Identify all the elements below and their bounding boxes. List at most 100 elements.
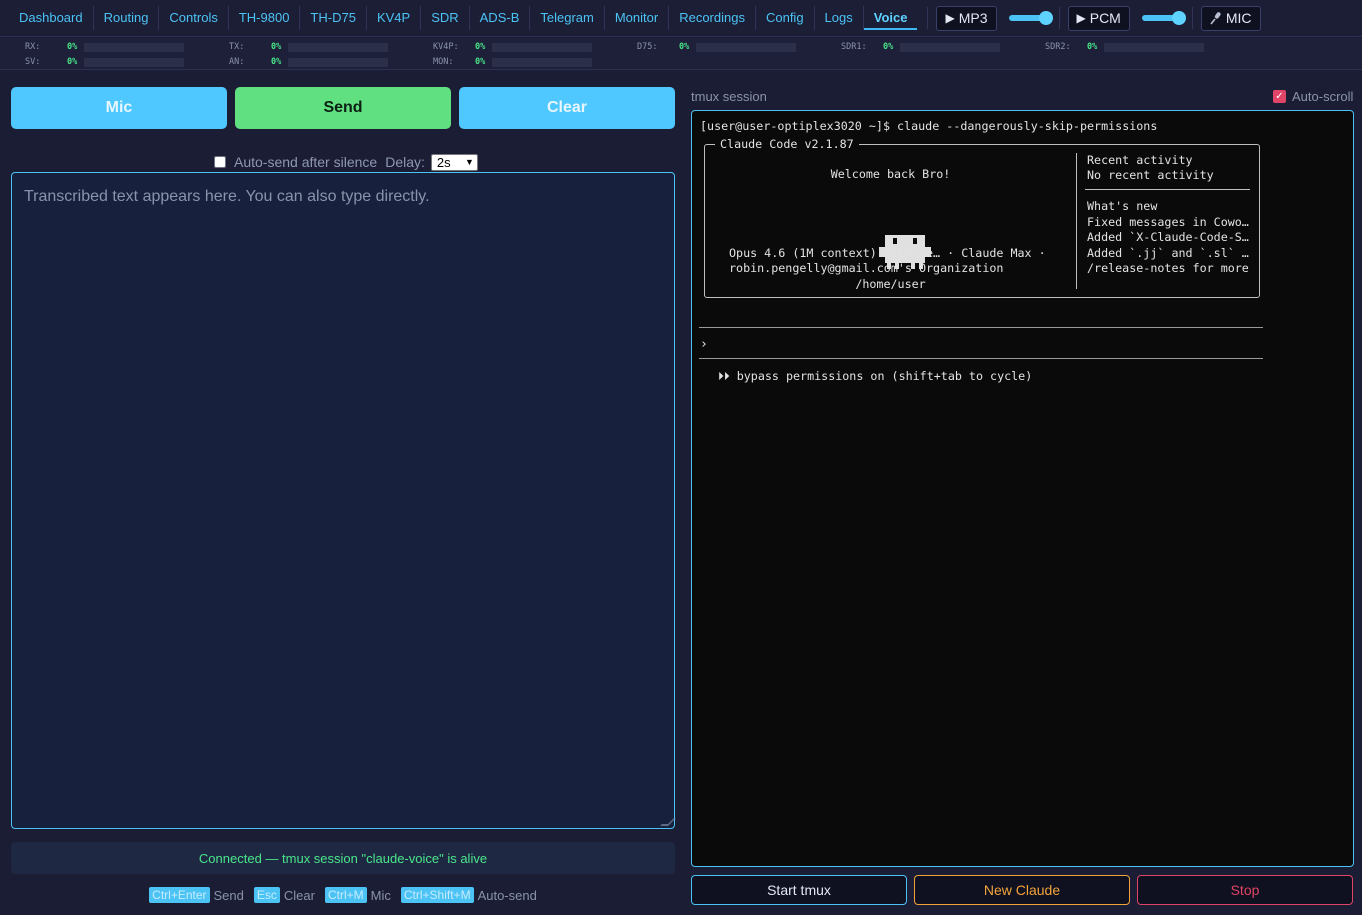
meter-label: MON: bbox=[433, 57, 454, 67]
meter-d75: D75: 0% bbox=[637, 41, 796, 53]
mic-button[interactable]: Mic bbox=[11, 87, 227, 129]
mp3-play-button[interactable]: ▶ MP3 bbox=[936, 5, 997, 31]
tab-routing[interactable]: Routing bbox=[94, 6, 160, 30]
tab-ads-b[interactable]: ADS-B bbox=[470, 6, 531, 30]
stop-button[interactable]: Stop bbox=[1137, 875, 1353, 905]
transcript-textarea[interactable]: Transcribed text appears here. You can a… bbox=[11, 172, 676, 829]
shortcut-action: Send bbox=[213, 887, 244, 903]
meter-bar bbox=[84, 57, 184, 67]
resize-grip-icon[interactable] bbox=[660, 818, 676, 826]
shortcut-clear: Esc Clear bbox=[253, 887, 315, 903]
meter-bar bbox=[900, 42, 1000, 52]
tab-th-d75[interactable]: TH-D75 bbox=[300, 6, 367, 30]
recent-title: Recent activity bbox=[1087, 153, 1193, 167]
microphone-icon bbox=[1210, 11, 1222, 25]
meter-value: 0% bbox=[271, 42, 282, 52]
shortcut-action: Auto-send bbox=[477, 887, 537, 903]
meter-tx: TX: 0% bbox=[229, 41, 388, 53]
autoscroll-label: Auto-scroll bbox=[1292, 89, 1354, 104]
send-button[interactable]: Send bbox=[235, 87, 451, 129]
meter-value: 0% bbox=[67, 42, 78, 52]
shortcut-send: Ctrl+Enter Send bbox=[149, 887, 244, 903]
news-item: Fixed messages in Cowo… bbox=[1087, 215, 1249, 229]
autosend-row: Auto-send after silence Delay: 2s ▼ bbox=[214, 153, 478, 171]
mic-toggle-button[interactable]: MIC bbox=[1200, 5, 1261, 31]
meter-value: 0% bbox=[1087, 42, 1098, 52]
tab-recordings[interactable]: Recordings bbox=[669, 6, 756, 30]
meter-mon: MON: 0% bbox=[433, 56, 592, 68]
meter-label: SV: bbox=[25, 57, 41, 67]
meter-sdr1: SDR1: 0% bbox=[841, 41, 1000, 53]
tab-dashboard[interactable]: Dashboard bbox=[9, 6, 94, 30]
autoscroll-toggle[interactable]: ✓ Auto-scroll bbox=[1273, 89, 1353, 104]
nav-separator bbox=[927, 7, 929, 29]
mp3-volume-slider[interactable] bbox=[1008, 11, 1053, 25]
tab-th-9800[interactable]: TH-9800 bbox=[229, 6, 301, 30]
box-divider bbox=[1085, 189, 1250, 190]
autoscroll-checkbox[interactable]: ✓ bbox=[1273, 90, 1286, 103]
permission-mode: ⏵⏵ bypass permissions on (shift+tab to c… bbox=[718, 369, 1033, 383]
autosend-checkbox[interactable] bbox=[214, 156, 226, 168]
meter-an: AN: 0% bbox=[229, 56, 388, 68]
meter-value: 0% bbox=[883, 42, 894, 52]
shortcut-action: Mic bbox=[370, 887, 391, 903]
meter-label: TX: bbox=[229, 42, 245, 52]
meter-bar bbox=[1104, 42, 1204, 52]
meter-label: SDR1: bbox=[841, 42, 867, 52]
shortcut-key: Ctrl+M bbox=[324, 887, 367, 903]
mp3-label: MP3 bbox=[958, 10, 988, 26]
tab-sdr[interactable]: SDR bbox=[421, 6, 470, 30]
shortcut-action: Clear bbox=[283, 887, 315, 903]
play-icon: ▶ bbox=[1076, 11, 1086, 25]
delay-select[interactable]: 2s ▼ bbox=[430, 153, 478, 171]
tmux-terminal[interactable]: [user@user-optiplex3020 ~]$ claude --dan… bbox=[691, 110, 1354, 867]
shortcut-autosend: Ctrl+Shift+M Auto-send bbox=[400, 887, 537, 903]
meter-value: 0% bbox=[271, 57, 282, 67]
news-item: /release-notes for more bbox=[1087, 261, 1249, 275]
meter-sv: SV: 0% bbox=[25, 56, 184, 68]
meter-rx: RX: 0% bbox=[25, 41, 184, 53]
whats-new-title: What's new bbox=[1087, 199, 1158, 213]
shell-prompt: [user@user-optiplex3020 ~]$ claude --dan… bbox=[700, 119, 1158, 133]
start-tmux-button[interactable]: Start tmux bbox=[691, 875, 907, 905]
level-meters: RX: 0% TX: 0% KV4P: 0% D75: 0% SDR1: 0% SDR2:… bbox=[0, 38, 1362, 70]
meter-label: D75: bbox=[637, 42, 658, 52]
cwd-info: /home/user bbox=[855, 277, 926, 291]
shortcut-key: Ctrl+Enter bbox=[149, 887, 210, 903]
tab-voice[interactable]: Voice bbox=[863, 6, 918, 30]
meter-sdr2: SDR2: 0% bbox=[1045, 41, 1204, 53]
tab-logs[interactable]: Logs bbox=[815, 6, 864, 30]
transcript-placeholder: Transcribed text appears here. You can a… bbox=[24, 188, 430, 205]
box-divider bbox=[1076, 153, 1077, 289]
pcm-play-button[interactable]: ▶ PCM bbox=[1067, 5, 1130, 31]
tab-controls[interactable]: Controls bbox=[159, 6, 229, 30]
input-prompt[interactable]: › bbox=[700, 337, 708, 352]
tab-config[interactable]: Config bbox=[756, 6, 815, 30]
delay-value: 2s bbox=[436, 154, 451, 170]
input-divider bbox=[699, 358, 1263, 359]
box-title: Claude Code v2.1.87 bbox=[715, 137, 859, 151]
tmux-session-label: tmux session bbox=[691, 89, 767, 104]
pcm-volume-slider[interactable] bbox=[1141, 11, 1186, 25]
new-claude-button[interactable]: New Claude bbox=[914, 875, 1130, 905]
slider-knob[interactable] bbox=[1171, 11, 1186, 25]
tab-telegram[interactable]: Telegram bbox=[530, 6, 605, 30]
nav-separator bbox=[1058, 7, 1060, 29]
meter-value: 0% bbox=[475, 42, 486, 52]
meter-value: 0% bbox=[679, 42, 690, 52]
meter-value: 0% bbox=[475, 57, 486, 67]
clear-button[interactable]: Clear bbox=[459, 87, 675, 129]
checkmark-icon: ✓ bbox=[1275, 91, 1284, 102]
shortcut-key: Ctrl+Shift+M bbox=[400, 887, 474, 903]
meter-label: RX: bbox=[25, 42, 41, 52]
tab-kv4p[interactable]: KV4P bbox=[367, 6, 422, 30]
model-info: Opus 4.6 (1M context) with me… · Claude … bbox=[729, 246, 1046, 260]
shortcut-hints: Ctrl+Enter Send Esc Clear Ctrl+M Mic Ctrl+S… bbox=[0, 887, 686, 903]
meter-bar bbox=[288, 57, 388, 67]
top-nav: Dashboard Routing Controls TH-9800 TH-D7… bbox=[0, 0, 1362, 37]
recent-none: No recent activity bbox=[1087, 168, 1214, 182]
nav-separator bbox=[1191, 7, 1193, 29]
meter-bar bbox=[696, 42, 796, 52]
slider-knob[interactable] bbox=[1038, 11, 1053, 25]
tab-monitor[interactable]: Monitor bbox=[605, 6, 670, 30]
